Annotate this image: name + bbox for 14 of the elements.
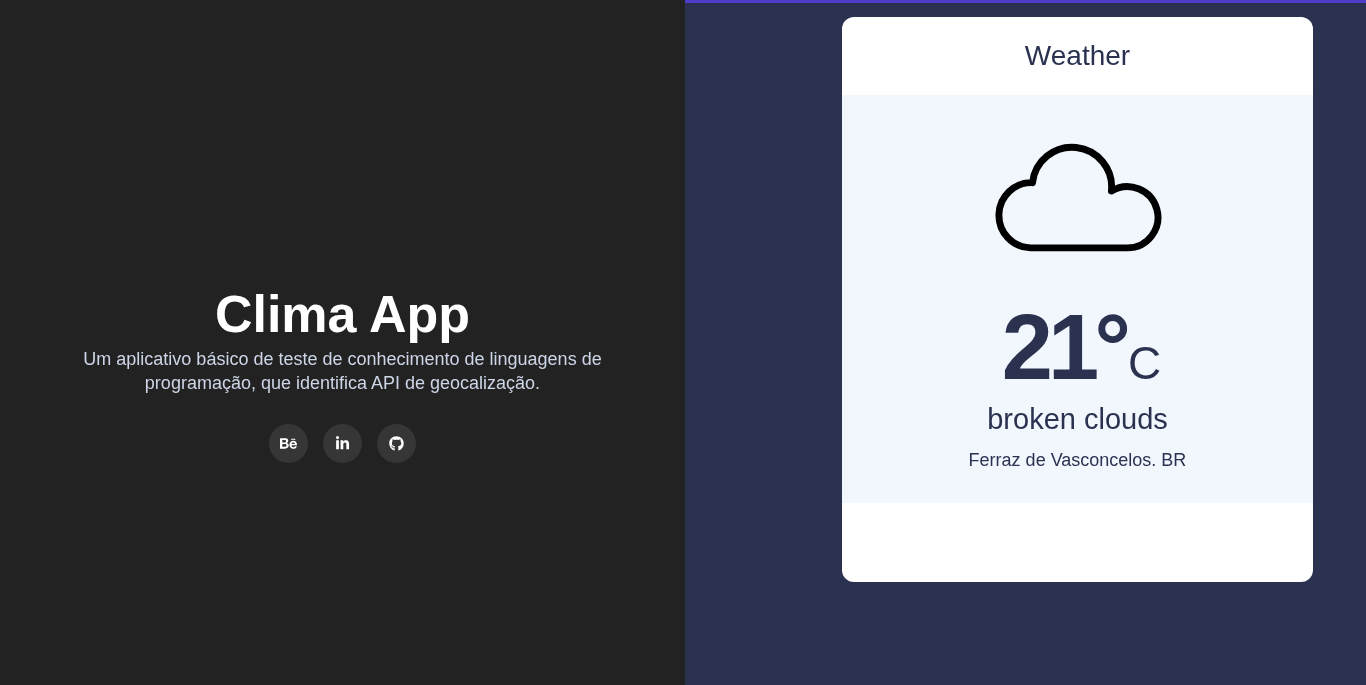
linkedin-icon (335, 436, 350, 451)
temperature-unit: C (1127, 340, 1162, 386)
cloud-icon (992, 142, 1163, 253)
github-icon (389, 436, 404, 451)
weather-condition: broken clouds (987, 402, 1168, 437)
location: Ferraz de Vasconcelos. BR (968, 449, 1187, 472)
app-title: Clima App (214, 284, 471, 345)
temperature: 21° (1001, 307, 1126, 387)
social-link[interactable] (269, 424, 308, 463)
social-link[interactable] (377, 424, 416, 463)
card-title: Weather (1024, 39, 1131, 73)
app-description: Um aplicativo básico de teste de conhecimento de linguagens de programação, que identifica API de geocalização. (82, 348, 603, 395)
social-link[interactable] (323, 424, 362, 463)
behance-icon (280, 435, 297, 452)
